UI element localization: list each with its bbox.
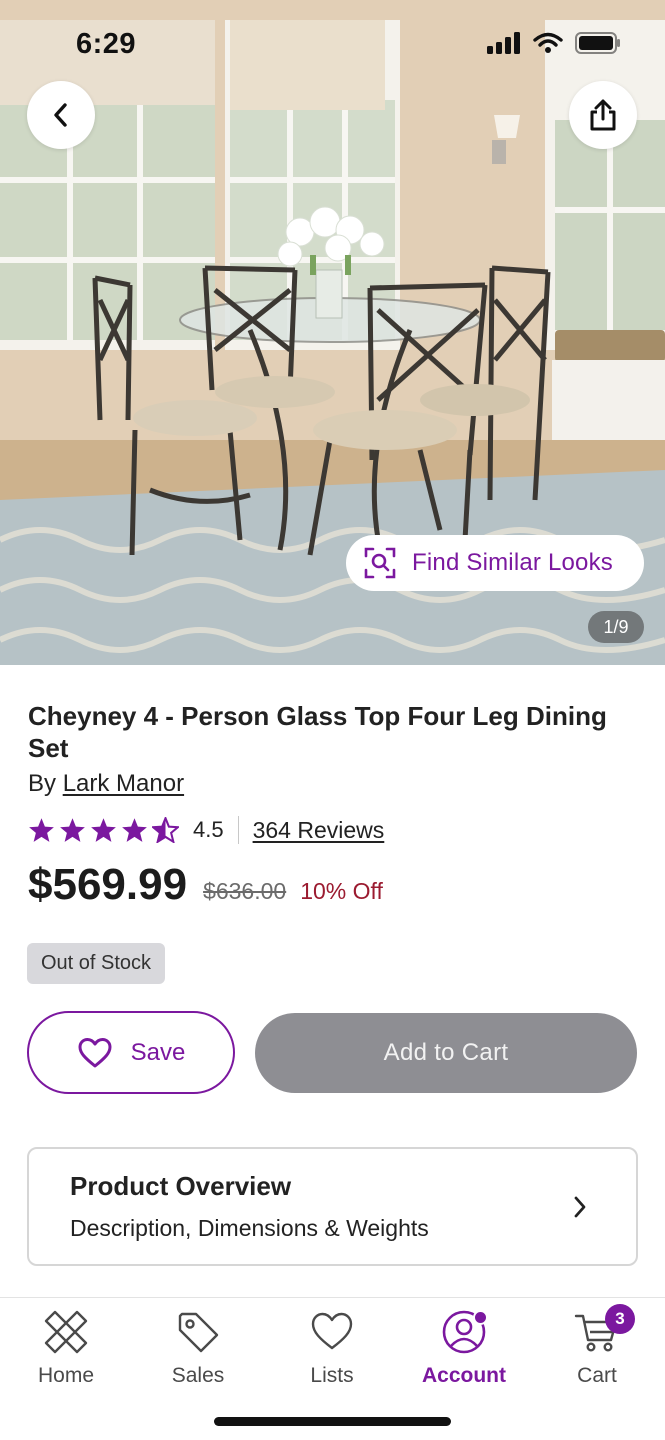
rating-value: 4.5 [193,817,224,842]
current-price: $569.99 [28,860,188,909]
save-label: Save [130,1038,186,1066]
signal-icon [487,32,520,54]
discount-label: 10% Off [300,878,383,904]
rating-divider [237,816,239,844]
nav-account[interactable]: Account [409,1308,519,1388]
image-counter: 1/9 [588,611,644,643]
nav-lists[interactable]: Lists [277,1308,387,1388]
product-title: Cheyney 4 - Person Glass Top Four Leg Di… [28,701,607,763]
save-button[interactable]: Save [27,1011,235,1094]
share-icon [590,99,616,131]
star-full-icon [91,818,116,842]
nav-cart[interactable]: 3 Cart [542,1304,652,1388]
star-full-icon [29,818,54,842]
add-to-cart-label: Add to Cart [383,1039,509,1066]
nav-home-label: Home [37,1364,95,1387]
nav-sales[interactable]: Sales [143,1308,253,1388]
status-time: 6:29 [76,28,137,60]
cart-icon: 3 [573,1304,635,1356]
product-image[interactable]: 6:29 Find Similar Looks 1/9 [0,0,665,665]
find-similar-label: Find Similar Looks [412,549,614,576]
nav-sales-label: Sales [171,1364,225,1387]
wifi-icon [533,32,563,53]
price-row: $569.99 $636.00 10% Off [28,860,383,910]
battery-icon [575,32,620,54]
overview-subtitle: Description, Dimensions & Weights [70,1215,429,1241]
brand-line: By Lark Manor [28,770,184,798]
reviews-link[interactable]: 364 Reviews [253,817,385,844]
stock-status-badge: Out of Stock [27,943,166,984]
star-full-icon [122,818,147,842]
heart-icon [78,1037,112,1067]
bottom-navigation: Home Sales Lists Account 3 Cart [0,1297,665,1440]
nav-account-label: Account [422,1364,506,1387]
original-price: $636.00 [203,878,287,904]
status-icons [487,32,621,54]
account-icon [440,1308,488,1356]
status-bar: 6:29 [0,0,665,90]
notification-dot [473,1310,488,1325]
nav-lists-label: Lists [310,1364,354,1387]
brand-link[interactable]: Lark Manor [63,770,184,797]
product-overview-card[interactable]: Product Overview Description, Dimensions… [27,1147,638,1266]
chevron-right-icon [574,1196,586,1218]
visual-search-icon [364,547,396,579]
home-icon [42,1308,90,1356]
tag-icon [174,1308,222,1356]
chevron-left-icon [54,103,67,127]
add-to-cart-button[interactable]: Add to Cart [255,1013,637,1093]
cart-count-badge: 3 [605,1304,635,1334]
nav-cart-label: Cart [577,1364,617,1387]
share-button[interactable] [569,81,637,149]
find-similar-looks-button[interactable]: Find Similar Looks [346,535,644,591]
star-full-icon [60,818,85,842]
nav-home[interactable]: Home [11,1308,121,1388]
overview-title: Product Overview [70,1171,292,1201]
star-half-icon [152,817,179,843]
star-rating [28,817,179,843]
heart-icon [308,1308,356,1356]
back-button[interactable] [27,81,95,149]
rating-row: 4.5 364 Reviews [28,815,384,845]
home-indicator [214,1417,451,1426]
by-prefix: By [28,770,57,797]
